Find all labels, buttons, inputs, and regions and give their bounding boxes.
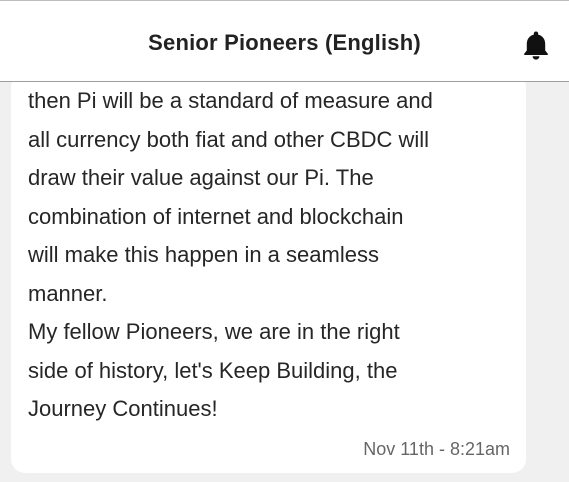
chat-title: Senior Pioneers (English)	[148, 30, 421, 55]
message-timestamp: Nov 11th - 8:21am	[363, 439, 510, 459]
chat-header: Senior Pioneers (English)	[0, 0, 569, 82]
message-line: draw their value against our Pi. The	[28, 165, 374, 190]
message-line: will make this happen in a seamless	[28, 242, 379, 267]
message-line: then Pi will be a standard of measure an…	[28, 88, 433, 113]
message-line: Journey Continues!	[28, 396, 218, 421]
message-line: side of history, let's Keep Building, th…	[28, 357, 398, 383]
bell-icon[interactable]	[522, 30, 550, 60]
message-text: then Pi will be a standard of measure an…	[28, 82, 518, 429]
message-line: combination of internet and blockchain	[28, 203, 404, 229]
message-bubble[interactable]: then Pi will be a standard of measure an…	[11, 73, 526, 473]
message-line: My fellow Pioneers, we are in the right	[28, 319, 400, 344]
message-line: all currency both fiat and other CBDC wi…	[28, 126, 430, 152]
message-line: manner.	[28, 280, 108, 306]
